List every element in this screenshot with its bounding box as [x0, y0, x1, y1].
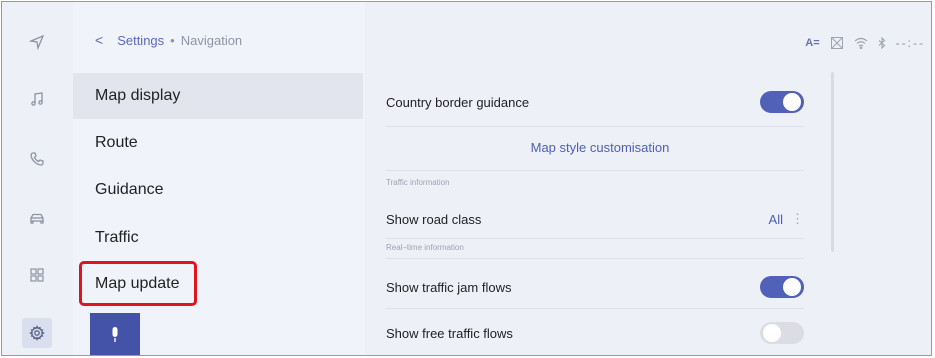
menu-item-route[interactable]: Route	[73, 120, 363, 166]
settings-gear-icon[interactable]	[22, 318, 52, 348]
voice-button[interactable]	[90, 313, 140, 355]
settings-panel: Country border guidance Map style custom…	[365, 72, 835, 355]
free-traffic-label: Show free traffic flows	[386, 325, 513, 341]
divider	[386, 170, 804, 171]
content-scrollbar[interactable]	[831, 72, 834, 252]
divider	[386, 238, 804, 239]
highlight-frame	[79, 261, 197, 306]
phone-icon[interactable]	[22, 144, 52, 174]
realtime-section-label: Real–time information	[386, 243, 464, 252]
road-class-label: Show road class	[386, 211, 482, 227]
icon-rail	[2, 2, 72, 355]
music-note-icon[interactable]	[22, 84, 52, 114]
map-style-link[interactable]: Map style customisation	[365, 140, 835, 155]
more-options-icon[interactable]: ⋮	[791, 211, 804, 227]
traffic-section-label: Traffic information	[386, 178, 450, 187]
car-icon[interactable]	[22, 204, 52, 234]
back-chevron-icon[interactable]: <	[95, 32, 103, 48]
divider	[386, 308, 804, 309]
country-border-toggle[interactable]	[760, 91, 804, 113]
divider	[386, 258, 804, 259]
row-traffic-jam[interactable]: Show traffic jam flows	[386, 273, 804, 301]
microphone-icon	[112, 327, 118, 342]
row-country-border[interactable]: Country border guidance	[386, 88, 804, 116]
breadcrumb-navigation: Navigation	[180, 32, 243, 48]
navigation-arrow-icon[interactable]	[22, 27, 52, 57]
apps-grid-icon[interactable]	[22, 260, 52, 290]
traffic-jam-label: Show traffic jam flows	[386, 279, 512, 295]
breadcrumb: < Settings • Navigation	[95, 32, 242, 48]
breadcrumb-separator: •	[170, 32, 175, 48]
text-size-icon: A=	[805, 37, 820, 49]
menu-item-guidance[interactable]: Guidance	[73, 167, 363, 213]
row-free-traffic[interactable]: Show free traffic flows	[386, 319, 804, 347]
menu-item-traffic[interactable]: Traffic	[73, 215, 363, 261]
breadcrumb-settings[interactable]: Settings	[117, 33, 164, 48]
status-bar: A= --:--	[805, 36, 925, 50]
clock: --:--	[895, 36, 925, 50]
free-traffic-toggle[interactable]	[760, 322, 804, 344]
row-road-class[interactable]: Show road class All ⋮	[386, 208, 804, 230]
divider	[386, 126, 804, 127]
screen: < Settings • Navigation Map display Rout…	[1, 1, 932, 356]
content-area: A= --:-- Country border guidance Map sty…	[365, 2, 931, 355]
bluetooth-icon	[878, 37, 885, 49]
menu-item-map-display[interactable]: Map display	[73, 73, 363, 119]
wifi-icon	[854, 37, 868, 49]
traffic-jam-toggle[interactable]	[760, 276, 804, 298]
road-class-selected: All	[768, 211, 783, 227]
road-class-value[interactable]: All ⋮	[769, 211, 804, 227]
country-border-label: Country border guidance	[386, 94, 530, 110]
no-signal-icon	[830, 37, 843, 49]
